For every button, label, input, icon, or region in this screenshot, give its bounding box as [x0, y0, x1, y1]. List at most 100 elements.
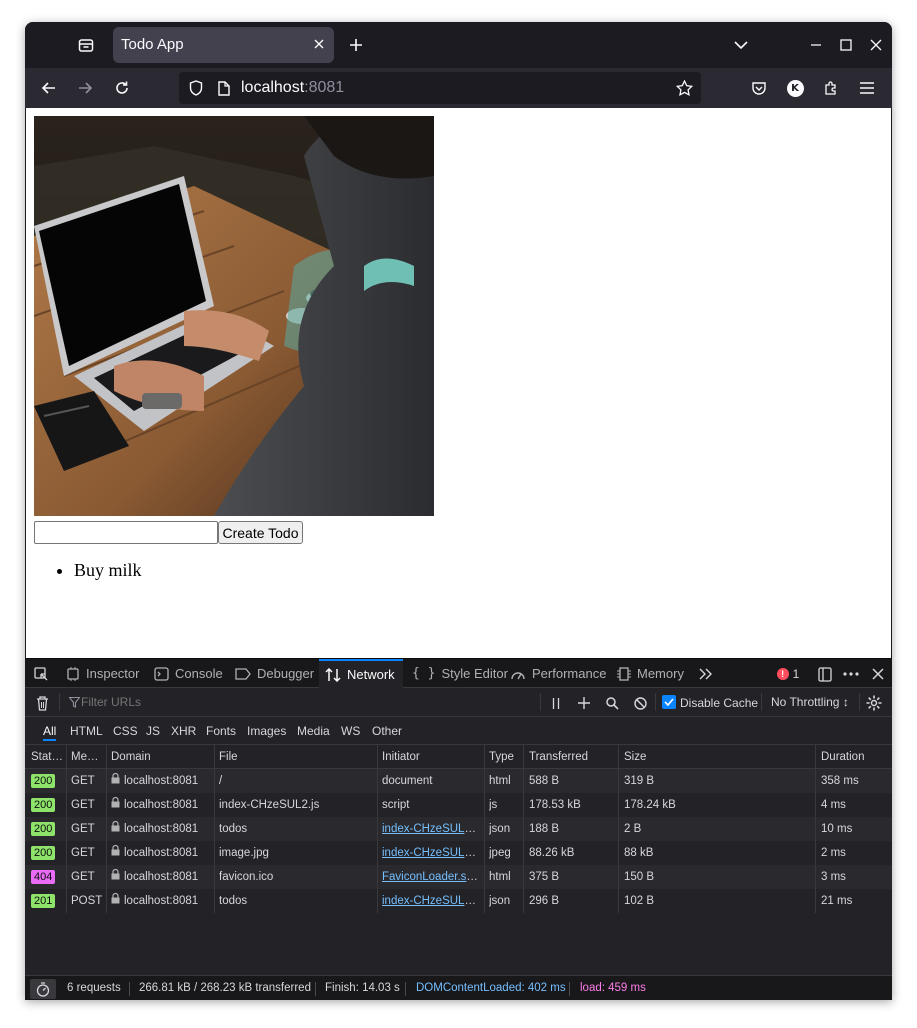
table-row[interactable]: 404 GET localhost:8081 favicon.ico FaviconLo…: [25, 865, 892, 889]
filter-ws[interactable]: WS: [341, 724, 360, 738]
divider: [59, 693, 60, 711]
size-cell: 178.24 kB: [624, 799, 676, 811]
devtools-toolbar: Inspector Console Debugger Network { } S…: [25, 659, 892, 688]
tab-todo-app[interactable]: Todo App: [113, 27, 334, 63]
table-row[interactable]: 200 GET localhost:8081 index-CHzeSUL2.js scr…: [25, 793, 892, 817]
method-cell: GET: [71, 823, 95, 835]
account-avatar[interactable]: K: [784, 77, 806, 99]
column-duration[interactable]: Duration: [821, 745, 886, 769]
divider: [655, 693, 656, 711]
close-window-icon[interactable]: [865, 34, 887, 56]
filter-html[interactable]: HTML: [70, 724, 103, 738]
tab-debugger[interactable]: Debugger: [235, 659, 314, 688]
tab-network[interactable]: Network: [319, 659, 403, 688]
close-devtools-icon[interactable]: [868, 664, 888, 684]
transferred-cell: 178.53 kB: [529, 799, 581, 811]
braces-icon: { }: [412, 666, 436, 681]
disable-cache-checkbox[interactable]: [662, 695, 676, 709]
domain-text: localhost:8081: [124, 895, 199, 907]
tab-style-editor[interactable]: { } Style Editor: [412, 659, 508, 688]
search-icon[interactable]: [603, 694, 621, 712]
extensions-icon[interactable]: [820, 77, 842, 99]
create-todo-button[interactable]: Create Todo: [218, 521, 303, 544]
clear-trash-icon[interactable]: [33, 694, 51, 712]
block-icon[interactable]: [631, 694, 649, 712]
todo-input[interactable]: [34, 521, 218, 544]
table-row[interactable]: 200 GET localhost:8081 / document html 588 B 31…: [25, 769, 892, 793]
tab-label: Style Editor: [441, 666, 508, 681]
filter-media[interactable]: Media: [297, 724, 330, 738]
close-tab-icon[interactable]: [310, 35, 328, 53]
page-icon[interactable]: [215, 79, 233, 97]
add-request-icon[interactable]: [575, 694, 593, 712]
initiator-link[interactable]: FaviconLoader.sy…: [382, 871, 482, 883]
column-transferred[interactable]: Transferred: [529, 745, 619, 769]
status-badge: 200: [31, 846, 56, 860]
new-tab-icon[interactable]: [345, 34, 367, 56]
tab-console[interactable]: Console: [154, 659, 223, 688]
file-cell: /: [219, 775, 223, 787]
lock-icon: [111, 892, 120, 907]
tab-performance[interactable]: Performance: [510, 659, 606, 688]
browser-window: Todo App localhost:8081 K Create Todo • …: [25, 22, 892, 1000]
url-bar[interactable]: localhost:8081: [179, 72, 701, 104]
column-type[interactable]: Type: [489, 745, 519, 769]
filter-images[interactable]: Images: [247, 724, 286, 738]
more-tabs-chevron-icon[interactable]: [696, 664, 716, 684]
column-size[interactable]: Size: [624, 745, 814, 769]
laptop-photo: [34, 116, 434, 516]
table-row[interactable]: 201 POST localhost:8081 todos index-CHzeSUL2…: [25, 889, 892, 913]
error-counter[interactable]: ! 1: [775, 665, 801, 683]
filter-css[interactable]: CSS: [113, 724, 138, 738]
minimize-icon[interactable]: [805, 34, 827, 56]
tab-label: Debugger: [257, 666, 315, 681]
request-type-filter-bar: All HTML CSS JS XHR Fonts Images Media W…: [25, 717, 892, 745]
filter-fonts[interactable]: Fonts: [206, 724, 236, 738]
firefox-view-icon[interactable]: [75, 34, 97, 56]
forward-icon[interactable]: [74, 77, 96, 99]
column-method[interactable]: Me…: [71, 745, 104, 769]
responsive-design-icon[interactable]: [815, 664, 835, 684]
reload-icon[interactable]: [111, 77, 133, 99]
filter-other[interactable]: Other: [372, 724, 402, 738]
column-file[interactable]: File: [219, 745, 374, 769]
shield-icon[interactable]: [187, 79, 205, 97]
throttling-select[interactable]: No Throttling ↕: [771, 695, 849, 709]
column-status[interactable]: Stat…: [31, 745, 64, 769]
more-options-icon[interactable]: [841, 664, 861, 684]
initiator-link[interactable]: index-CHzeSUL2.…: [382, 895, 482, 907]
element-picker-icon[interactable]: [31, 664, 51, 684]
pocket-icon[interactable]: [748, 77, 770, 99]
status-cell: 200: [31, 769, 64, 793]
request-count: 6 requests: [67, 982, 121, 994]
performance-analysis-stopwatch-icon[interactable]: [30, 979, 56, 999]
pause-icon[interactable]: [547, 694, 565, 712]
type-cell: json: [489, 895, 511, 907]
column-domain[interactable]: Domain: [111, 745, 211, 769]
bookmark-star-icon[interactable]: [675, 79, 693, 97]
initiator-cell: script: [382, 799, 410, 811]
filter-xhr[interactable]: XHR: [171, 724, 196, 738]
tab-inspector[interactable]: Inspector: [66, 659, 139, 688]
tab-memory[interactable]: Memory: [617, 659, 684, 688]
tab-label: Performance: [532, 666, 607, 681]
transferred-cell: 88.26 kB: [529, 847, 575, 859]
table-row[interactable]: 200 GET localhost:8081 todos index-CHzeSUL2.…: [25, 817, 892, 841]
type-cell: html: [489, 775, 511, 787]
filter-urls-input[interactable]: [81, 692, 531, 712]
maximize-icon[interactable]: [835, 34, 857, 56]
list-all-tabs-icon[interactable]: [730, 34, 752, 56]
initiator-link[interactable]: index-CHzeSUL2.…: [382, 823, 482, 835]
lock-icon: [111, 844, 120, 859]
divider: [761, 693, 762, 711]
settings-gear-icon[interactable]: [864, 693, 884, 713]
column-initiator[interactable]: Initiator: [382, 745, 482, 769]
hamburger-menu-icon[interactable]: [856, 77, 878, 99]
size-cell: 150 B: [624, 871, 655, 883]
back-icon[interactable]: [38, 77, 60, 99]
domain-cell: localhost:8081: [111, 769, 211, 793]
initiator-link[interactable]: index-CHzeSUL2.…: [382, 847, 482, 859]
filter-all[interactable]: All: [43, 724, 57, 741]
table-row[interactable]: 200 GET localhost:8081 image.jpg index-CHzeS…: [25, 841, 892, 865]
filter-js[interactable]: JS: [146, 724, 160, 738]
